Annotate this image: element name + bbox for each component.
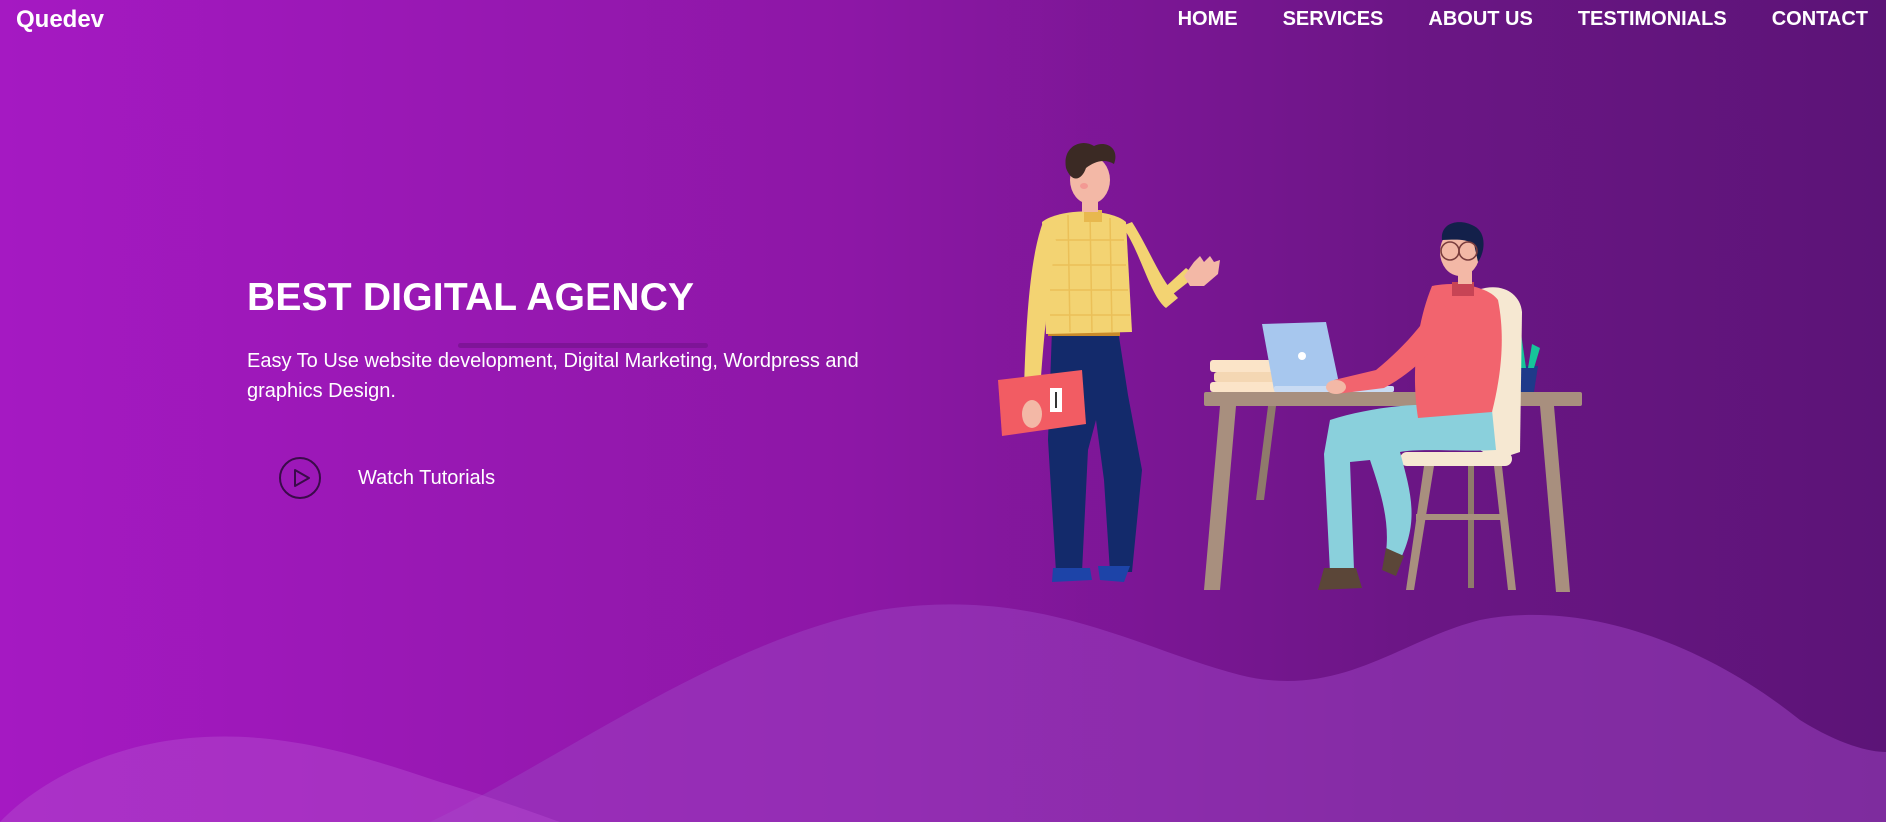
nav-home-link[interactable]: HOME [1178, 8, 1238, 31]
nav-testimonials-link[interactable]: TESTIMONIALS [1578, 8, 1727, 31]
hero-title: BEST DIGITAL AGENCY [247, 276, 695, 319]
nav-services-link[interactable]: SERVICES [1283, 8, 1384, 31]
watch-tutorials-label: Watch Tutorials [358, 466, 496, 489]
brand-logo[interactable]: Quedev [16, 6, 104, 34]
office-team-illustration [998, 142, 1582, 592]
hero-description: Easy To Use website development, Digital… [247, 350, 859, 402]
back-wave [430, 604, 1886, 822]
top-navbar: Quedev HOME SERVICES ABOUT US TESTIMONIA… [0, 0, 1886, 40]
front-wave [0, 736, 560, 822]
main-menu: HOME SERVICES ABOUT US TESTIMONIALS CONT… [1133, 8, 1868, 31]
background-waves [0, 604, 1886, 822]
nav-contact-link[interactable]: CONTACT [1772, 8, 1868, 31]
play-circle-icon [279, 457, 321, 499]
standing-man-figure [998, 142, 1220, 582]
hero-section: Quedev HOME SERVICES ABOUT US TESTIMONIA… [0, 0, 1886, 822]
seated-man-figure [1318, 222, 1502, 590]
watch-tutorials-button[interactable]: Watch Tutorials [278, 456, 495, 500]
nav-about-us-link[interactable]: ABOUT US [1428, 8, 1532, 31]
